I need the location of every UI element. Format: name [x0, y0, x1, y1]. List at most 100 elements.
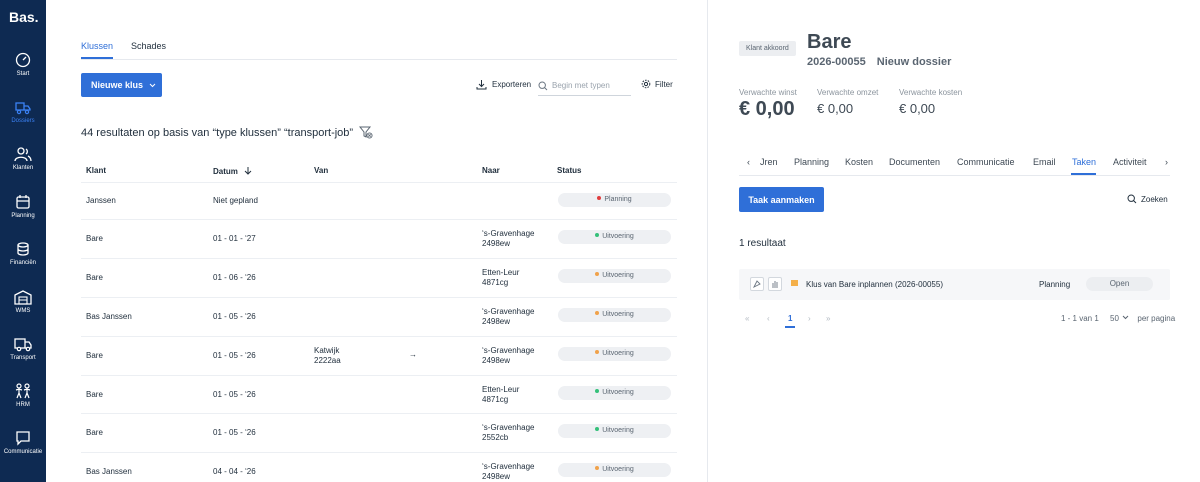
tab-schades[interactable]: Schades	[131, 41, 166, 51]
table-row[interactable]: Bare 01 - 05 - ‘26 Etten-Leur 4871cg Uitvoer…	[81, 375, 677, 414]
column-header-naar[interactable]: Naar	[482, 166, 500, 175]
search-box	[538, 76, 631, 96]
sidebar-item-planning[interactable]: Planning	[0, 194, 46, 238]
cell-datum: 01 - 06 - ‘26	[213, 273, 256, 282]
status-badge: Klant akkoord	[739, 41, 796, 56]
table-row[interactable]: Bare 01 - 01 - ‘27 ‘s-Gravenhage 2498ew Uitv…	[81, 219, 677, 258]
cell-klant: Bare	[86, 390, 103, 399]
metric-value-omzet: € 0,00	[817, 101, 854, 116]
cell-klant: Bare	[86, 273, 103, 282]
last-page-button[interactable]: »	[826, 314, 830, 323]
cell-van-city: Katwijk	[314, 346, 340, 355]
people-icon	[15, 383, 31, 399]
tab-planning[interactable]: Planning	[794, 157, 829, 167]
sidebar-item-wms[interactable]: WMS	[0, 289, 46, 333]
sidebar-item-label: WMS	[15, 308, 31, 314]
cell-naar-city: ‘s-Gravenhage	[482, 462, 535, 471]
tab-klussen[interactable]: Klussen	[81, 41, 113, 51]
cell-naar-city: ‘s-Gravenhage	[482, 229, 535, 238]
cell-naar-city: ‘s-Gravenhage	[482, 307, 535, 316]
export-label: Exporteren	[492, 80, 532, 89]
tabs-scroll-left[interactable]: ‹	[747, 157, 750, 167]
first-page-button[interactable]: «	[745, 314, 749, 323]
task-state-badge: Open	[1086, 277, 1153, 291]
pagination-info: 1 - 1 van 1	[1061, 314, 1099, 323]
table-row[interactable]: Bare 01 - 06 - ‘26 Etten-Leur 4871cg Uitvoer…	[81, 258, 677, 297]
cell-naar-postcode: 2498ew	[482, 239, 511, 248]
prev-page-button[interactable]: ‹	[767, 314, 770, 323]
clear-filter-icon[interactable]	[359, 126, 373, 139]
filter-button[interactable]: Filter	[641, 79, 673, 89]
tab-communicatie[interactable]: Communicatie	[957, 157, 1015, 167]
sidebar-item-label: Start	[16, 71, 30, 77]
status-pill: Uitvoering	[558, 308, 671, 322]
table-row[interactable]: Bare 01 - 05 - ‘26 ‘s-Gravenhage 2552cb Uitv…	[81, 413, 677, 452]
cell-naar-city: ‘s-Gravenhage	[482, 423, 535, 432]
brand-logo[interactable]: Bas.	[9, 9, 39, 25]
tab-kosten[interactable]: Kosten	[845, 157, 873, 167]
table-row[interactable]: Bare 01 - 05 - ‘26 Katwijk 2222aa → ‘s-Graven…	[81, 336, 677, 375]
table-row[interactable]: Janssen Niet gepland Planning	[81, 182, 677, 221]
result-count: 1 resultaat	[739, 238, 786, 249]
tabs-scroll-right[interactable]: ›	[1165, 157, 1168, 167]
hand-icon[interactable]	[768, 277, 782, 291]
rocket-icon[interactable]	[750, 277, 764, 291]
column-header-label: Datum	[213, 167, 238, 176]
tab-documenten[interactable]: Documenten	[889, 157, 940, 167]
results-summary: 44 resultaten op basis van “type klussen…	[81, 126, 373, 139]
per-page-select[interactable]: 50 per pagina	[1110, 314, 1175, 323]
cell-datum: 01 - 05 - ‘26	[213, 312, 256, 321]
cell-naar-postcode: 4871cg	[482, 395, 509, 404]
cell-naar-city: Etten-Leur	[482, 385, 520, 394]
route-arrow-icon: →	[409, 350, 417, 359]
sidebar-item-label: Klanten	[12, 165, 34, 171]
column-header-klant[interactable]: Klant	[86, 166, 106, 175]
status-dot	[595, 311, 600, 315]
gear-icon	[641, 79, 651, 89]
search-tasks-button[interactable]: Zoeken	[1127, 194, 1168, 204]
per-page-value: 50	[1110, 314, 1119, 323]
next-page-button[interactable]: ›	[808, 314, 811, 323]
warehouse-icon	[14, 290, 32, 305]
new-job-button[interactable]: Nieuwe klus	[81, 73, 162, 97]
table-row[interactable]: Bas Janssen 04 - 04 - ‘26 ‘s-Gravenhage 249…	[81, 452, 677, 482]
column-header-van[interactable]: Van	[314, 166, 328, 175]
task-row[interactable]: Klus van Bare inplannen (2026-00055) Pla…	[739, 269, 1170, 300]
status-dot	[595, 272, 600, 276]
column-header-datum[interactable]: Datum	[213, 166, 252, 176]
tab-taken[interactable]: Taken	[1072, 157, 1096, 167]
metric-label-omzet: Verwachte omzet	[817, 88, 879, 97]
sidebar-item-financien[interactable]: Financiën	[0, 241, 46, 285]
status-pill: Uitvoering	[558, 463, 671, 477]
per-page-label: per pagina	[1137, 314, 1176, 323]
status-dot	[595, 233, 600, 237]
status-label: Uitvoering	[602, 233, 634, 240]
create-task-button[interactable]: Taak aanmaken	[739, 187, 824, 212]
sidebar-item-transport[interactable]: Transport	[0, 336, 46, 380]
search-tasks-label: Zoeken	[1141, 194, 1168, 204]
tab-jren[interactable]: Jren	[760, 157, 778, 167]
sidebar-item-hrm[interactable]: HRM	[0, 383, 46, 427]
chevron-down-icon	[1122, 315, 1129, 320]
status-pill: Uitvoering	[558, 269, 671, 283]
jobs-list-panel: Klussen Schades Nieuwe klus Exporteren F…	[46, 0, 708, 482]
sidebar-item-start[interactable]: Start	[0, 52, 46, 96]
sidebar-item-communicatie[interactable]: Communicatie	[0, 430, 46, 474]
status-label: Uitvoering	[602, 350, 634, 357]
column-header-status[interactable]: Status	[557, 166, 581, 175]
sidebar-item-label: HRM	[16, 402, 30, 408]
dossier-subtitle: 2026-00055 Nieuw dossier	[807, 56, 951, 68]
page-number-current[interactable]: 1	[788, 314, 792, 323]
tabs-divider	[739, 175, 1170, 176]
tab-email[interactable]: Email	[1033, 157, 1056, 167]
search-input[interactable]	[552, 81, 626, 90]
sidebar-item-klanten[interactable]: Klanten	[0, 146, 46, 190]
filter-label: Filter	[655, 79, 673, 89]
status-label: Uitvoering	[602, 427, 634, 434]
table-row[interactable]: Bas Janssen 01 - 05 - ‘26 ‘s-Gravenhage 249…	[81, 297, 677, 336]
sidebar-item-dossiers[interactable]: Dossiers	[0, 99, 46, 143]
tab-activiteit[interactable]: Activiteit	[1113, 157, 1147, 167]
export-button[interactable]: Exporteren	[476, 79, 531, 90]
status-dot	[595, 466, 600, 470]
cell-klant: Bas Janssen	[86, 467, 132, 476]
